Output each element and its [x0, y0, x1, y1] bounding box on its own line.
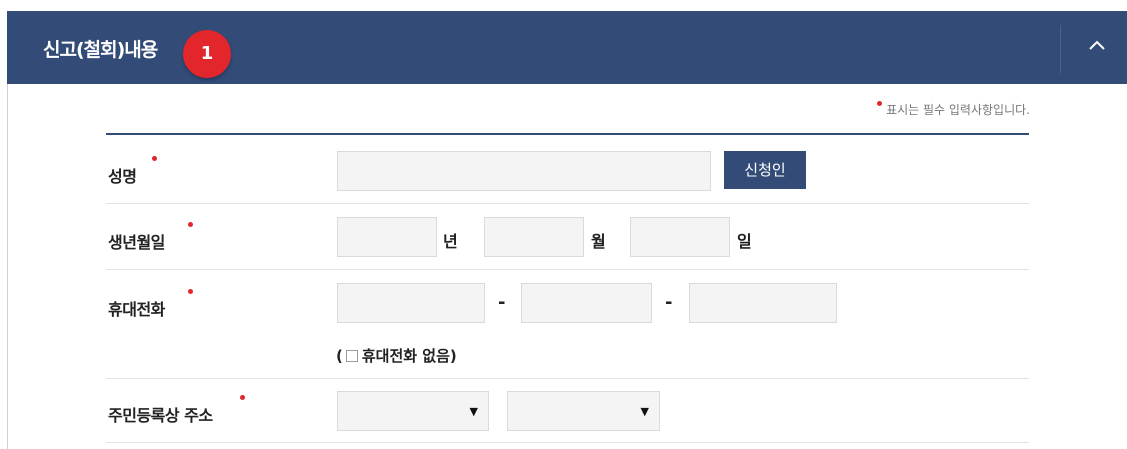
address-district-select[interactable]: ▼ — [507, 391, 660, 431]
required-note-text: 표시는 필수 입력사항입니다. — [886, 103, 1030, 117]
form-top-border — [106, 133, 1029, 135]
mobile-middle-input[interactable] — [521, 283, 652, 323]
address-label-text: 주민등록상 주소 — [108, 406, 213, 425]
chevron-up-icon — [1089, 40, 1105, 50]
address-city-select[interactable]: ▼ — [337, 391, 489, 431]
month-unit-label: 월 — [591, 232, 606, 251]
birth-year-input[interactable] — [337, 217, 437, 257]
birth-month-input[interactable] — [484, 217, 584, 257]
required-dot-icon — [877, 101, 883, 106]
year-unit-label: 년 — [443, 232, 458, 251]
required-dot-icon — [240, 395, 245, 400]
required-note: 표시는 필수 입력사항입니다. — [877, 101, 1030, 118]
row-divider — [106, 378, 1029, 379]
address-label: 주민등록상 주소 — [108, 395, 245, 426]
required-dot-icon — [188, 289, 193, 294]
header-divider — [1060, 25, 1061, 73]
no-phone-open-paren: ( — [336, 347, 343, 365]
name-input[interactable] — [337, 151, 711, 191]
mobile-label-text: 휴대전화 — [108, 300, 165, 319]
birthdate-label: 생년월일 — [108, 222, 193, 253]
no-phone-checkbox[interactable] — [345, 350, 358, 362]
mobile-first-input[interactable] — [337, 283, 485, 323]
content-border — [7, 84, 8, 449]
no-phone-label: 휴대전화 없음) — [361, 347, 457, 365]
row-divider — [106, 442, 1029, 443]
row-divider — [106, 269, 1029, 270]
mobile-separator: - — [665, 292, 673, 313]
mobile-label: 휴대전화 — [108, 289, 193, 320]
caret-down-icon: ▼ — [469, 405, 478, 418]
birthdate-label-text: 생년월일 — [108, 233, 165, 252]
no-phone-option: ( 휴대전화 없음) — [336, 345, 457, 366]
section-header: 신고(철회)내용 1 — [7, 11, 1127, 84]
required-dot-icon — [152, 156, 157, 161]
applicant-button[interactable]: 신청인 — [724, 151, 806, 189]
mobile-separator: - — [498, 292, 506, 313]
name-label-text: 성명 — [108, 167, 137, 186]
step-badge: 1 — [183, 30, 231, 78]
birth-day-input[interactable] — [630, 217, 730, 257]
row-divider — [106, 203, 1029, 204]
section-title: 신고(철회)내용 — [43, 39, 158, 61]
mobile-last-input[interactable] — [689, 283, 837, 323]
name-label: 성명 — [108, 156, 157, 187]
caret-down-icon: ▼ — [640, 405, 649, 418]
required-dot-icon — [188, 222, 193, 227]
collapse-button[interactable] — [1067, 11, 1127, 84]
day-unit-label: 일 — [737, 232, 752, 251]
